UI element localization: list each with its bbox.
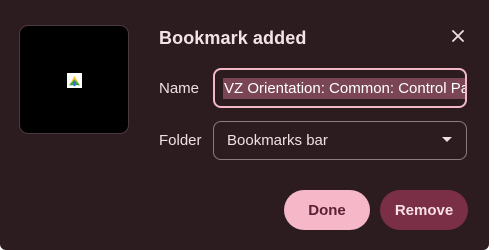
done-button[interactable]: Done (284, 190, 370, 230)
close-button[interactable] (447, 25, 469, 47)
close-icon (452, 30, 464, 42)
folder-label: Folder (159, 132, 202, 149)
bookmark-name-input[interactable]: VZ Orientation: Common: Control Panel: (213, 68, 467, 108)
page-background-edge (489, 0, 494, 250)
folder-select[interactable]: Bookmarks bar (213, 121, 467, 160)
bookmark-added-dialog: Bookmark added Name VZ Orientation: Comm… (0, 0, 489, 250)
remove-button[interactable]: Remove (380, 190, 468, 230)
bookmark-name-value[interactable]: VZ Orientation: Common: Control Panel: (223, 77, 465, 99)
dropdown-arrow-icon (442, 137, 452, 142)
name-label: Name (159, 80, 200, 97)
page-preview-thumbnail (19, 25, 129, 134)
folder-selected-value: Bookmarks bar (227, 132, 328, 149)
site-favicon-icon (67, 73, 82, 88)
dialog-title: Bookmark added (159, 28, 307, 48)
